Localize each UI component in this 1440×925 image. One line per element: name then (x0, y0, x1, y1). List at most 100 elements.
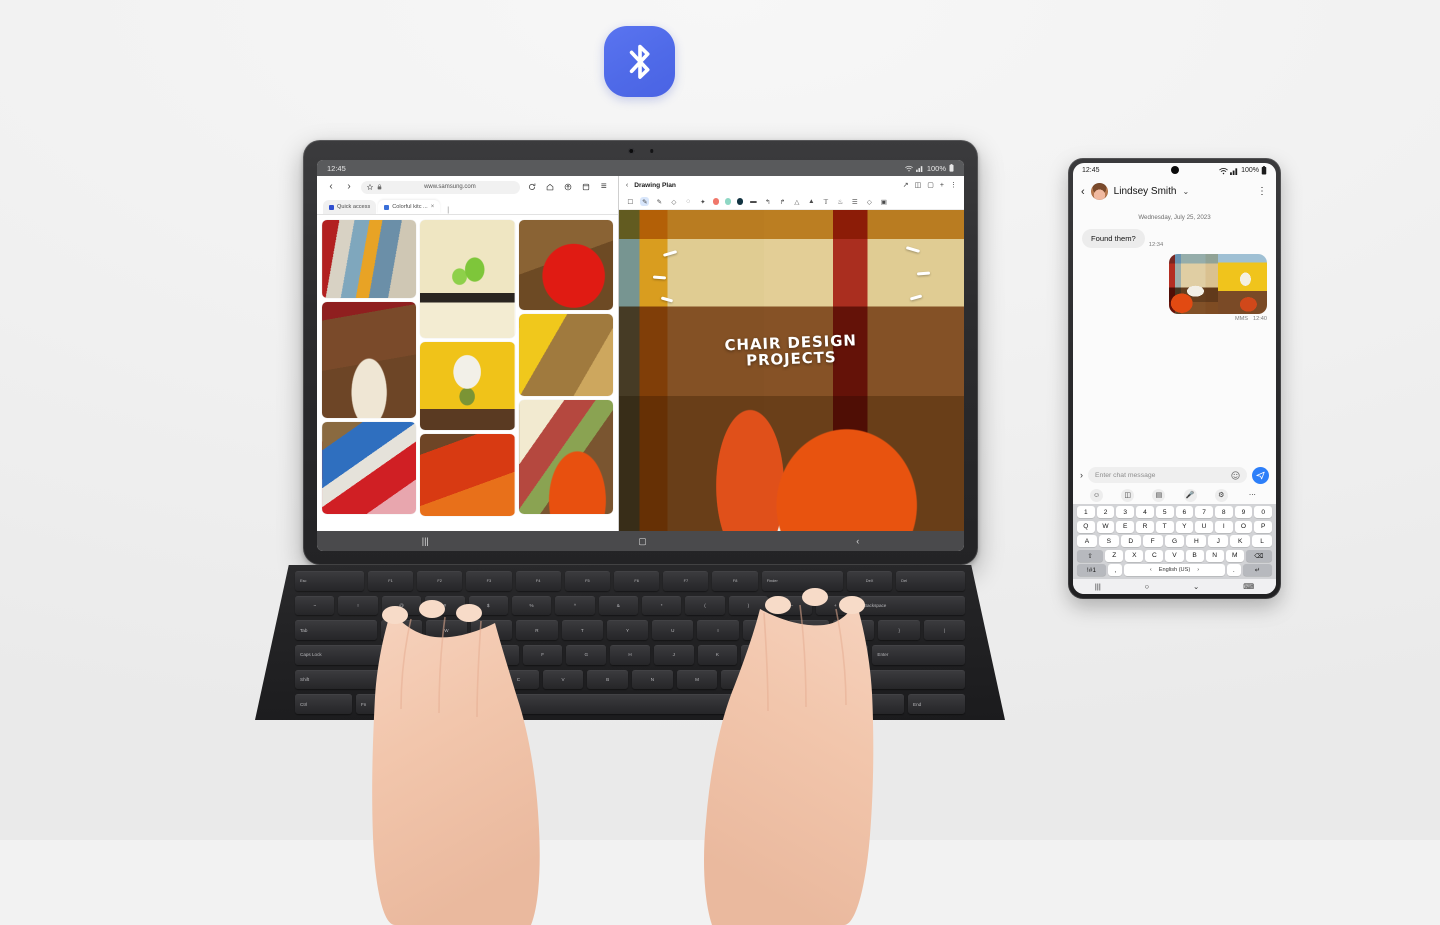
message-bubble[interactable]: Found them? (1082, 229, 1145, 248)
key-b[interactable]: B (587, 669, 629, 690)
key-6[interactable]: 6 (1175, 506, 1194, 518)
key-f1[interactable]: F1 (367, 571, 414, 591)
key-f2[interactable]: F2 (417, 571, 463, 591)
key-d[interactable]: D (1120, 535, 1141, 547)
expand-icon[interactable]: ↗ (903, 181, 909, 189)
home-button[interactable]: ○ (1145, 582, 1150, 591)
key--[interactable]: ^ (555, 595, 595, 616)
mic-icon[interactable]: 🎤 (1183, 488, 1197, 502)
back-button[interactable]: ‹ (1081, 186, 1085, 198)
new-tab-button[interactable]: | (442, 207, 454, 214)
key--[interactable]: ? (810, 669, 852, 690)
prev-language-icon[interactable]: ‹ (1150, 567, 1152, 573)
browser-menu-icon[interactable]: ≡ (598, 181, 610, 193)
space-key[interactable]: ‹ English (US) › (1124, 564, 1225, 576)
browser-back-icon[interactable]: ‹ (325, 181, 337, 193)
photo-yellow-wall-lamp[interactable] (420, 342, 515, 430)
key--[interactable]: – (772, 595, 812, 616)
key-g[interactable]: G (1164, 535, 1185, 547)
key--[interactable]: | (923, 620, 965, 641)
settings-icon[interactable]: ⚙ (1214, 488, 1228, 502)
key-f5[interactable]: F5 (564, 571, 611, 591)
key-j[interactable]: J (653, 645, 694, 665)
key--[interactable]: # (425, 595, 465, 616)
key--[interactable]: * (642, 595, 682, 616)
key-7[interactable]: 7 (1195, 506, 1213, 518)
symbols-key[interactable]: !#1 (1077, 564, 1107, 576)
note-icon[interactable]: ◫ (915, 181, 922, 189)
key-m[interactable]: M (1225, 549, 1244, 562)
photo-wood-floor-bowl[interactable] (322, 302, 417, 418)
key-ctrl[interactable]: Ctrl (295, 694, 352, 715)
browser-tab-active[interactable]: Colorful kitc ... × (378, 200, 441, 214)
key--[interactable]: > (766, 669, 807, 690)
emoji-icon[interactable] (1231, 470, 1240, 480)
comma-key[interactable]: , (1108, 564, 1123, 576)
home-button[interactable]: ▢ (638, 536, 647, 547)
next-language-icon[interactable]: › (1197, 567, 1199, 573)
backspace-key[interactable]: ⌫ (1245, 549, 1272, 562)
key-p[interactable]: P (1254, 520, 1273, 533)
notes-canvas[interactable]: CHAIR DESIGN PROJECTS (618, 210, 964, 531)
key--[interactable]: $ (468, 595, 508, 616)
expand-tools-icon[interactable]: › (1080, 470, 1083, 480)
key-fn[interactable]: Fn (356, 694, 413, 715)
photo-books-colorful[interactable] (322, 422, 417, 514)
key-finder[interactable]: Finder (761, 571, 843, 591)
period-key[interactable]: . (1226, 564, 1241, 576)
key-4[interactable]: 4 (1136, 506, 1154, 518)
layers-icon[interactable]: ◇ (865, 197, 874, 206)
key--[interactable]: ) (728, 595, 769, 616)
key-n[interactable]: N (632, 669, 673, 690)
key-t[interactable]: T (1155, 520, 1174, 533)
sticker-icon[interactable]: ☺ (1090, 488, 1104, 502)
key-alt[interactable]: Alt (417, 694, 474, 715)
more-icon[interactable]: ⋯ (1246, 489, 1259, 502)
key--[interactable]: & (598, 595, 638, 616)
key-0[interactable]: 0 (1254, 506, 1273, 518)
key-i[interactable]: I (1214, 520, 1233, 533)
key--[interactable]: ~ (295, 595, 335, 616)
key--[interactable]: @ (381, 595, 422, 616)
home-icon[interactable] (544, 181, 556, 193)
back-button[interactable]: ‹ (856, 536, 859, 546)
align-icon[interactable]: ☰ (850, 197, 859, 206)
key-backspace[interactable]: Backspace (858, 595, 965, 616)
key-8[interactable]: 8 (1214, 506, 1233, 518)
close-tab-icon[interactable]: × (431, 204, 435, 210)
shape-alt-icon[interactable]: ▲ (807, 197, 816, 206)
key-2[interactable]: 2 (1096, 506, 1115, 518)
browser-forward-icon[interactable]: › (343, 181, 355, 193)
key-k[interactable]: K (697, 645, 738, 665)
key-y[interactable]: Y (606, 620, 649, 641)
send-button[interactable] (1252, 466, 1269, 484)
fill-icon[interactable]: ♨ (836, 197, 845, 206)
key-a[interactable]: A (391, 645, 432, 665)
shape-icon[interactable]: △ (792, 197, 801, 206)
highlighter-icon[interactable]: ✎ (655, 197, 664, 206)
key-d[interactable]: D (479, 645, 519, 665)
browser-tab[interactable]: Quick access (323, 200, 377, 214)
key-e[interactable]: E (471, 620, 513, 641)
keyboard-icon[interactable]: ⌨ (1243, 582, 1254, 591)
key-j[interactable]: J (1208, 535, 1229, 547)
key--[interactable]: } (878, 620, 920, 641)
key-1[interactable]: 1 (1076, 506, 1095, 518)
lasso-icon[interactable]: ◌ (684, 197, 693, 206)
save-icon[interactable]: ▣ (879, 197, 888, 206)
key-f[interactable]: F (1142, 535, 1163, 547)
avatar[interactable] (1090, 183, 1108, 200)
key-5[interactable]: 5 (1155, 506, 1174, 518)
key-space[interactable] (478, 694, 782, 715)
key--[interactable]: : (785, 645, 825, 665)
key-w[interactable]: W (1096, 520, 1115, 533)
key-del[interactable]: Del (896, 571, 966, 591)
key--[interactable]: ( (685, 595, 725, 616)
address-bar[interactable]: www.samsung.com (361, 180, 520, 194)
share-icon[interactable] (562, 181, 574, 193)
key-r[interactable]: R (1136, 520, 1154, 533)
photo-green-vases-shelf[interactable] (420, 220, 515, 338)
key-f8[interactable]: F8 (712, 571, 758, 591)
key-esc[interactable]: Esc (295, 571, 364, 591)
photo-rattan-chair-yellow[interactable] (518, 314, 613, 396)
